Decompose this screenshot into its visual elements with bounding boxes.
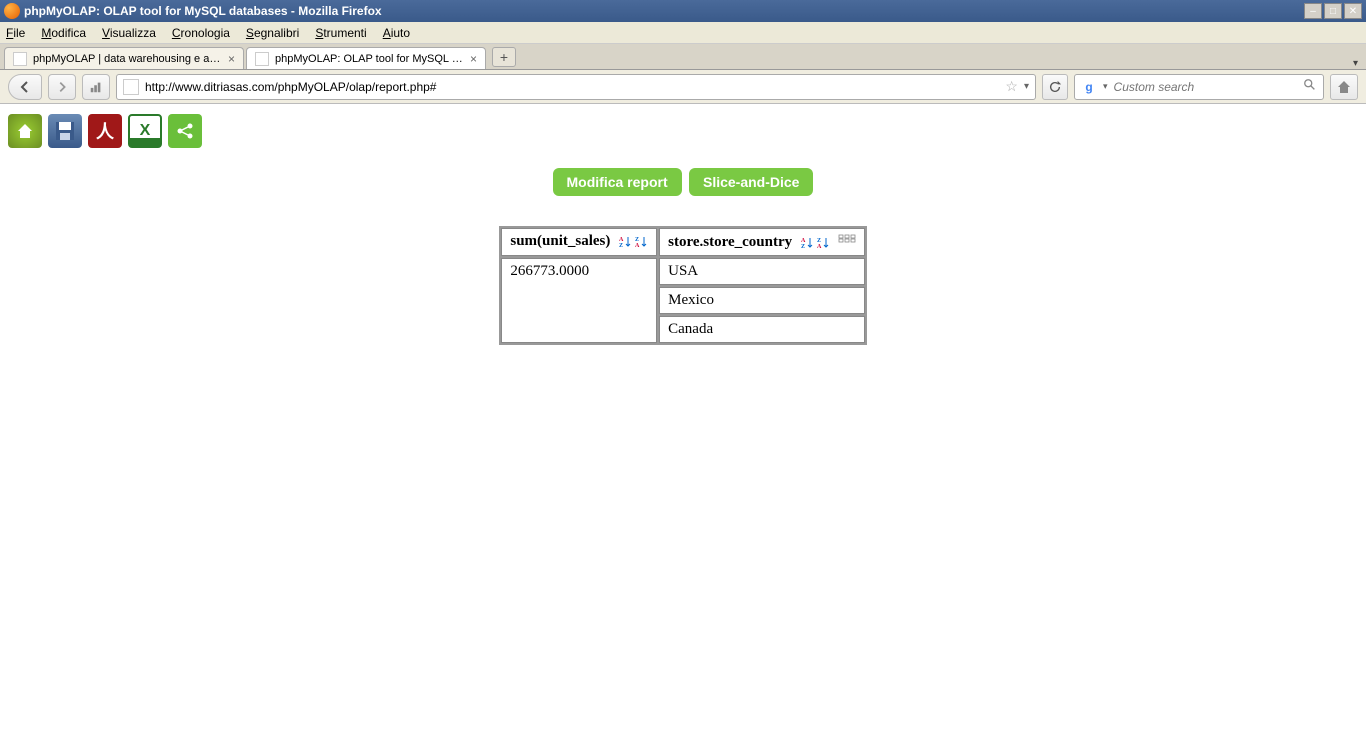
save-icon bbox=[54, 120, 76, 142]
search-icon[interactable] bbox=[1303, 78, 1317, 95]
tab-close-icon[interactable]: × bbox=[228, 52, 235, 66]
reload-button[interactable] bbox=[1042, 74, 1068, 100]
toolbar-pdf-button[interactable]: 人 bbox=[88, 114, 122, 148]
search-input[interactable] bbox=[1114, 80, 1297, 94]
tab-label: phpMyOLAP | data warehousing e analisi .… bbox=[33, 53, 222, 65]
home-icon bbox=[15, 121, 35, 141]
slice-and-dice-button[interactable]: Slice-and-Dice bbox=[689, 168, 813, 196]
browser-tab-1[interactable]: phpMyOLAP: OLAP tool for MySQL datab... … bbox=[246, 47, 486, 69]
menu-segnalibri[interactable]: Segnalibri bbox=[246, 26, 299, 40]
menu-bar: File Modifica Visualizza Cronologia Segn… bbox=[0, 22, 1366, 44]
tab-label: phpMyOLAP: OLAP tool for MySQL datab... bbox=[275, 53, 464, 65]
column-header-dimension: store.store_country AZ ZA bbox=[659, 228, 865, 256]
menu-file[interactable]: File bbox=[6, 26, 25, 40]
back-button[interactable] bbox=[8, 74, 42, 100]
menu-strumenti[interactable]: Strumenti bbox=[315, 26, 366, 40]
arrow-left-icon bbox=[17, 79, 33, 95]
new-tab-button[interactable]: + bbox=[492, 47, 516, 67]
chart-icon bbox=[89, 80, 103, 94]
url-dropdown-icon[interactable]: ▾ bbox=[1024, 81, 1029, 92]
action-buttons: Modifica report Slice-and-Dice bbox=[8, 168, 1358, 196]
history-button[interactable] bbox=[82, 74, 110, 100]
favicon-icon bbox=[255, 52, 269, 66]
forward-button[interactable] bbox=[48, 74, 76, 100]
minimize-button[interactable]: – bbox=[1304, 3, 1322, 19]
sort-asc-icon: AZ bbox=[618, 235, 632, 249]
sort-desc-icon: ZA bbox=[816, 236, 830, 250]
pdf-icon: 人 bbox=[96, 118, 114, 144]
modify-report-button[interactable]: Modifica report bbox=[553, 168, 682, 196]
bookmark-star-icon[interactable]: ☆ bbox=[1005, 78, 1018, 95]
tab-list-dropdown-icon[interactable]: ▾ bbox=[1353, 58, 1358, 69]
browser-tab-0[interactable]: phpMyOLAP | data warehousing e analisi .… bbox=[4, 47, 244, 69]
tab-close-icon[interactable]: × bbox=[470, 52, 477, 66]
sort-desc-icon: ZA bbox=[634, 235, 648, 249]
sort-desc-button[interactable]: ZA bbox=[816, 236, 830, 250]
svg-text:A: A bbox=[635, 243, 640, 249]
dimension-cell: Mexico bbox=[659, 287, 865, 314]
google-icon bbox=[1081, 79, 1097, 95]
toolbar-home-button[interactable] bbox=[8, 114, 42, 148]
home-icon bbox=[1336, 79, 1352, 95]
sort-asc-button[interactable]: AZ bbox=[800, 236, 814, 250]
toolbar-share-button[interactable] bbox=[168, 114, 202, 148]
drill-button[interactable] bbox=[838, 233, 856, 247]
column-header-label: sum(unit_sales) bbox=[510, 233, 610, 249]
toolbar-excel-button[interactable]: X bbox=[128, 114, 162, 148]
search-box[interactable]: ▾ bbox=[1074, 74, 1324, 100]
share-icon bbox=[175, 121, 195, 141]
firefox-icon bbox=[4, 3, 20, 19]
column-header-measure: sum(unit_sales) AZ ZA bbox=[501, 228, 657, 256]
favicon-icon bbox=[13, 52, 27, 66]
menu-visualizza[interactable]: Visualizza bbox=[102, 26, 156, 40]
svg-text:Z: Z bbox=[619, 243, 623, 249]
tab-bar: phpMyOLAP | data warehousing e analisi .… bbox=[0, 44, 1366, 70]
page-content: 人 X Modifica report Slice-and-Dice sum(u… bbox=[0, 104, 1366, 355]
search-engine-dropdown-icon[interactable]: ▾ bbox=[1103, 81, 1108, 92]
home-button[interactable] bbox=[1330, 74, 1358, 100]
column-header-label: store.store_country bbox=[668, 234, 792, 250]
navigation-bar: ☆ ▾ ▾ bbox=[0, 70, 1366, 104]
maximize-button[interactable]: □ bbox=[1324, 3, 1342, 19]
sort-desc-button[interactable]: ZA bbox=[634, 235, 648, 249]
close-button[interactable]: ✕ bbox=[1344, 3, 1362, 19]
menu-modifica[interactable]: Modifica bbox=[41, 26, 86, 40]
window-titlebar: phpMyOLAP: OLAP tool for MySQL databases… bbox=[0, 0, 1366, 22]
toolbar-save-button[interactable] bbox=[48, 114, 82, 148]
dimension-cell: Canada bbox=[659, 316, 865, 343]
table-row: 266773.0000 USA bbox=[501, 258, 864, 285]
arrow-right-icon bbox=[55, 80, 69, 94]
menu-aiuto[interactable]: Aiuto bbox=[383, 26, 410, 40]
svg-text:A: A bbox=[817, 244, 822, 250]
url-bar[interactable]: ☆ ▾ bbox=[116, 74, 1036, 100]
measure-cell: 266773.0000 bbox=[501, 258, 657, 343]
sort-asc-button[interactable]: AZ bbox=[618, 235, 632, 249]
url-input[interactable] bbox=[145, 80, 999, 94]
reload-icon bbox=[1048, 80, 1062, 94]
drill-icon bbox=[838, 234, 856, 246]
sort-asc-icon: AZ bbox=[800, 236, 814, 250]
report-table: sum(unit_sales) AZ ZA store.store_countr… bbox=[499, 226, 866, 345]
svg-text:Z: Z bbox=[801, 244, 805, 250]
excel-icon: X bbox=[140, 122, 151, 140]
dimension-cell: USA bbox=[659, 258, 865, 285]
menu-cronologia[interactable]: Cronologia bbox=[172, 26, 230, 40]
export-toolbar: 人 X bbox=[8, 114, 1358, 148]
page-favicon-icon bbox=[123, 79, 139, 95]
window-title: phpMyOLAP: OLAP tool for MySQL databases… bbox=[24, 4, 1304, 18]
